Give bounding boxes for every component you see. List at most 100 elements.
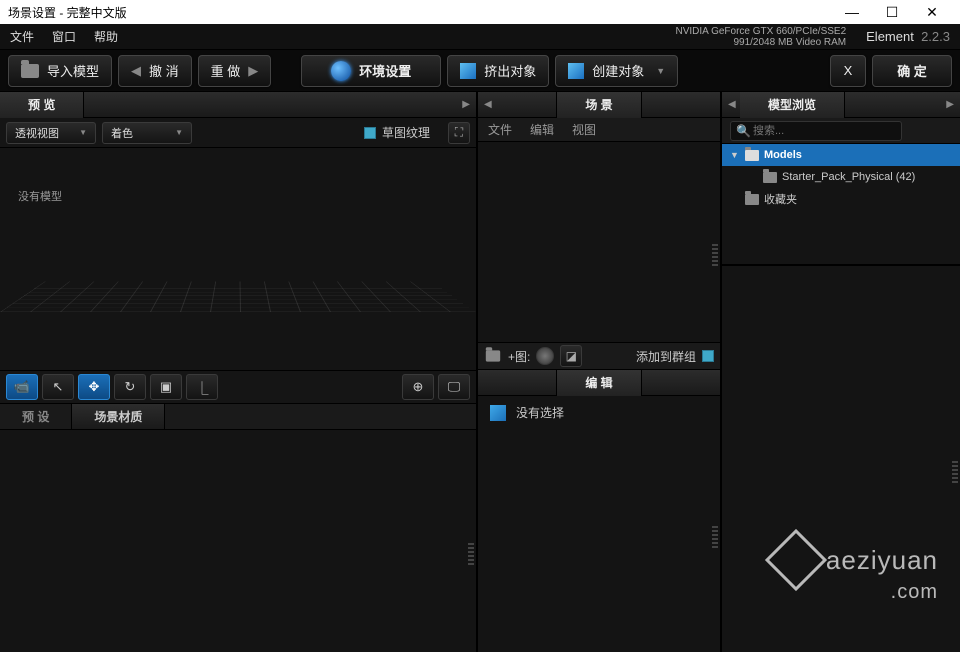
scale-tool[interactable]: ▣ (150, 374, 182, 400)
plane-icon[interactable]: ◪ (560, 345, 582, 367)
camera-tool[interactable]: 📹 (6, 374, 38, 400)
brand-name: Element (866, 29, 914, 44)
gpu-info: NVIDIA GeForce GTX 660/PCIe/SSE2 991/204… (676, 26, 847, 48)
extrude-label: 挤出对象 (484, 61, 536, 80)
cancel-x-button[interactable]: X (830, 55, 866, 87)
sphere-icon[interactable] (536, 347, 554, 365)
create-object-button[interactable]: 创建对象 ▼ (555, 55, 678, 87)
rotate-tool[interactable]: ↻ (114, 374, 146, 400)
chevron-right-icon[interactable]: ▶ (946, 99, 954, 110)
target-tool[interactable]: ⊕ (402, 374, 434, 400)
chevron-left-icon[interactable]: ◀ (728, 99, 736, 110)
folder-icon (763, 172, 777, 183)
left-column: 预 览 ▶ 透视视图▼ 着色▼ 草图纹理 ⛶ 没有模型 📹 ↖ ✥ ↻ ▣ ⎿ (0, 92, 478, 652)
menu-file[interactable]: 文件 (10, 28, 34, 45)
add-to-group-label: 添加到群组 (636, 348, 696, 365)
disclosure-icon[interactable]: ▼ (730, 150, 740, 160)
top-toolbar: 导入模型 ◀撤 消 重 做▶ 环境设置 挤出对象 创建对象 ▼ X 确 定 (0, 50, 960, 92)
scene-menu-view[interactable]: 视图 (572, 121, 596, 138)
globe-icon (331, 61, 351, 81)
folder-icon (745, 194, 759, 205)
middle-column: ◀ 场 景 文件 编辑 视图 +图: ◪ 添加到群组 编 辑 (478, 92, 722, 652)
tree-row[interactable]: Starter_Pack_Physical (42) (722, 166, 960, 188)
add-to-group-checkbox[interactable] (702, 350, 714, 362)
tree-label: Models (764, 149, 802, 161)
search-input[interactable] (730, 121, 902, 141)
import-label: 导入模型 (47, 61, 99, 80)
display-tool[interactable]: 🖵 (438, 374, 470, 400)
create-label: 创建对象 (592, 61, 644, 80)
search-row: 🔍 (722, 118, 960, 144)
preview-viewport[interactable]: 没有模型 (0, 148, 476, 370)
cube-icon (568, 63, 584, 79)
watermark-text: aeziyuan (826, 545, 938, 576)
scene-menu-file[interactable]: 文件 (488, 121, 512, 138)
scene-tab[interactable]: 场 景 (556, 92, 641, 118)
tree-row[interactable]: ▼ Models (722, 144, 960, 166)
close-button[interactable]: ✕ (912, 0, 952, 24)
preview-tab[interactable]: 预 览 (0, 92, 84, 118)
fullscreen-button[interactable]: ⛶ (448, 122, 470, 144)
chevron-left-icon[interactable]: ◀ (484, 99, 492, 110)
redo-button[interactable]: 重 做▶ (198, 55, 272, 87)
viewport-empty-label: 没有模型 (18, 188, 62, 204)
scene-header: ◀ 场 景 (478, 92, 720, 118)
maximize-button[interactable]: ☐ (872, 0, 912, 24)
extrude-icon (460, 63, 476, 79)
undo-button[interactable]: ◀撤 消 (118, 55, 192, 87)
drag-handle[interactable] (952, 459, 958, 483)
menubar: 文件 窗口 帮助 NVIDIA GeForce GTX 660/PCIe/SSE… (0, 24, 960, 50)
brand: Element 2.2.3 (866, 29, 950, 44)
folder-icon[interactable] (486, 350, 500, 361)
watermark: aeziyuan .com (774, 538, 938, 582)
menu-help[interactable]: 帮助 (94, 28, 118, 45)
model-tree[interactable]: ▼ Models Starter_Pack_Physical (42) 收藏夹 (722, 144, 960, 264)
tree-label: 收藏夹 (764, 191, 797, 207)
scene-materials-tab[interactable]: 场景材质 (72, 404, 165, 429)
view-dropdown-label: 透视视图 (15, 125, 59, 141)
hex-icon (774, 538, 818, 582)
titlebar: 场景设置 - 完整中文版 — ☐ ✕ (0, 0, 960, 24)
presets-tab[interactable]: 预 设 (0, 404, 72, 429)
drag-handle[interactable] (468, 541, 474, 565)
anchor-tool[interactable]: ⎿ (186, 374, 218, 400)
scene-menu-edit[interactable]: 编辑 (530, 121, 554, 138)
menu-window[interactable]: 窗口 (52, 28, 76, 45)
ok-button[interactable]: 确 定 (872, 55, 952, 87)
browser-header: ◀ 模型浏览 ▶ (722, 92, 960, 118)
import-model-button[interactable]: 导入模型 (8, 55, 112, 87)
brand-version: 2.2.3 (921, 29, 950, 44)
env-label: 环境设置 (359, 61, 411, 80)
viewport-toolbar: 📹 ↖ ✥ ↻ ▣ ⎿ ⊕ 🖵 (0, 370, 476, 404)
drag-handle[interactable] (712, 242, 718, 266)
redo-label: 重 做 (211, 61, 241, 80)
cube-icon (490, 405, 506, 421)
drag-handle[interactable] (712, 524, 718, 548)
chevron-down-icon: ▼ (656, 66, 665, 76)
draft-texture-checkbox[interactable] (364, 127, 376, 139)
grid-floor (0, 282, 476, 312)
extrude-button[interactable]: 挤出对象 (447, 55, 549, 87)
no-selection-label: 没有选择 (516, 404, 564, 421)
model-browser-tab[interactable]: 模型浏览 (740, 92, 845, 118)
edit-header: 编 辑 (478, 370, 720, 396)
shading-dropdown[interactable]: 着色▼ (102, 122, 192, 144)
add-image-label: +图: (508, 348, 530, 365)
presets-content[interactable] (0, 430, 476, 652)
scene-submenu: 文件 编辑 视图 (478, 118, 720, 142)
minimize-button[interactable]: — (832, 0, 872, 24)
chevron-right-icon[interactable]: ▶ (462, 99, 470, 110)
edit-tab[interactable]: 编 辑 (556, 370, 641, 396)
view-dropdown[interactable]: 透视视图▼ (6, 122, 96, 144)
edit-empty-row: 没有选择 (478, 396, 720, 429)
environment-button[interactable]: 环境设置 (301, 55, 441, 87)
select-tool[interactable]: ↖ (42, 374, 74, 400)
scene-tree-area[interactable] (478, 142, 720, 342)
preview-header: 预 览 ▶ (0, 92, 476, 118)
edit-content: 没有选择 (478, 396, 720, 652)
move-tool[interactable]: ✥ (78, 374, 110, 400)
draft-texture-label: 草图纹理 (382, 124, 430, 141)
scene-bottom-bar: +图: ◪ 添加到群组 (478, 342, 720, 370)
tree-row[interactable]: 收藏夹 (722, 188, 960, 210)
search-icon: 🔍 (736, 124, 751, 138)
